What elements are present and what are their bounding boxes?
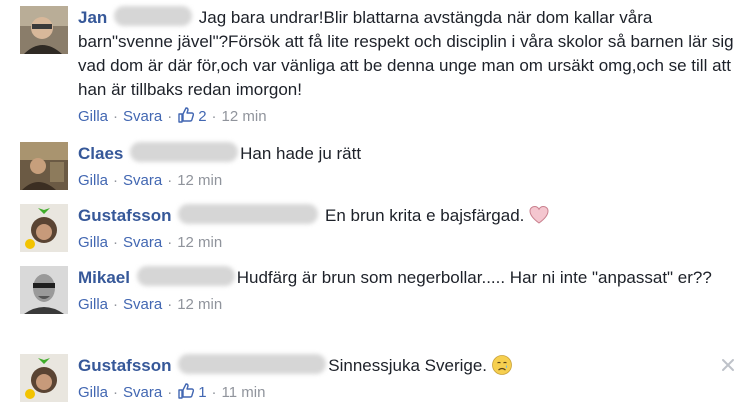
redacted-name <box>130 142 239 162</box>
crying-face-icon <box>492 355 512 375</box>
redacted-name <box>114 6 193 26</box>
comment-text: Claes Han hade ju rätt <box>78 142 735 166</box>
comment-message: Hudfärg är brun som negerbollar..... Har… <box>236 268 712 287</box>
comment-text: Jan Jag bara undrar!Blir blattarna avstä… <box>78 6 735 102</box>
reply-button[interactable]: Svara <box>123 296 162 313</box>
comment-message: En brun krita e bajsfärgad. <box>325 206 525 225</box>
avatar[interactable] <box>20 354 68 402</box>
thumbs-up-icon <box>178 383 195 399</box>
like-button[interactable]: Gilla <box>78 384 108 401</box>
avatar[interactable] <box>20 204 68 252</box>
comment-author[interactable]: Jan <box>78 8 107 27</box>
comment-actions: Gilla · Svara · 12 min <box>78 234 223 251</box>
comment-actions: Gilla · Svara · 12 min <box>78 296 223 313</box>
redacted-name <box>178 354 327 374</box>
timestamp[interactable]: 12 min <box>177 172 222 189</box>
comment-message: Sinnessjuka Sverige. <box>328 356 488 375</box>
like-button[interactable]: Gilla <box>78 172 108 189</box>
comment-text: Gustafsson Sinnessjuka Sverige. <box>78 354 735 378</box>
like-button[interactable]: Gilla <box>78 296 108 313</box>
comment-author[interactable]: Mikael <box>78 268 130 287</box>
timestamp[interactable]: 11 min <box>222 384 266 401</box>
like-button[interactable]: Gilla <box>78 234 108 251</box>
comment-actions: Gilla · Svara · 1 · 11 min <box>78 383 266 401</box>
avatar[interactable] <box>20 6 68 54</box>
reply-button[interactable]: Svara <box>123 384 162 401</box>
comment-author[interactable]: Claes <box>78 144 123 163</box>
avatar[interactable] <box>20 266 68 314</box>
reply-button[interactable]: Svara <box>123 234 162 251</box>
pink-heart-icon <box>529 205 549 224</box>
comment-author[interactable]: Gustafsson <box>78 206 172 225</box>
comment-message: Han hade ju rätt <box>240 144 362 163</box>
thumbs-up-icon <box>178 107 195 123</box>
like-button[interactable]: Gilla <box>78 108 108 125</box>
redacted-name <box>178 204 319 224</box>
timestamp[interactable]: 12 min <box>177 234 222 251</box>
comment-actions: Gilla · Svara · 12 min <box>78 172 223 189</box>
like-count[interactable]: 1 <box>177 383 207 401</box>
like-count[interactable]: 2 <box>177 107 207 125</box>
comment-actions: Gilla · Svara · 2 · 12 min <box>78 107 267 125</box>
comment-text: Mikael Hudfärg är brun som negerbollar..… <box>78 266 735 290</box>
redacted-name <box>136 266 235 286</box>
avatar[interactable] <box>20 142 68 190</box>
close-icon[interactable] <box>721 358 735 372</box>
comment-text: Gustafsson En brun krita e bajsfärgad. <box>78 204 735 228</box>
reply-button[interactable]: Svara <box>123 172 162 189</box>
reply-button[interactable]: Svara <box>123 108 162 125</box>
comment-list: Jan Jag bara undrar!Blir blattarna avstä… <box>0 0 745 408</box>
timestamp[interactable]: 12 min <box>222 108 267 125</box>
timestamp[interactable]: 12 min <box>177 296 222 313</box>
comment-author[interactable]: Gustafsson <box>78 356 172 375</box>
